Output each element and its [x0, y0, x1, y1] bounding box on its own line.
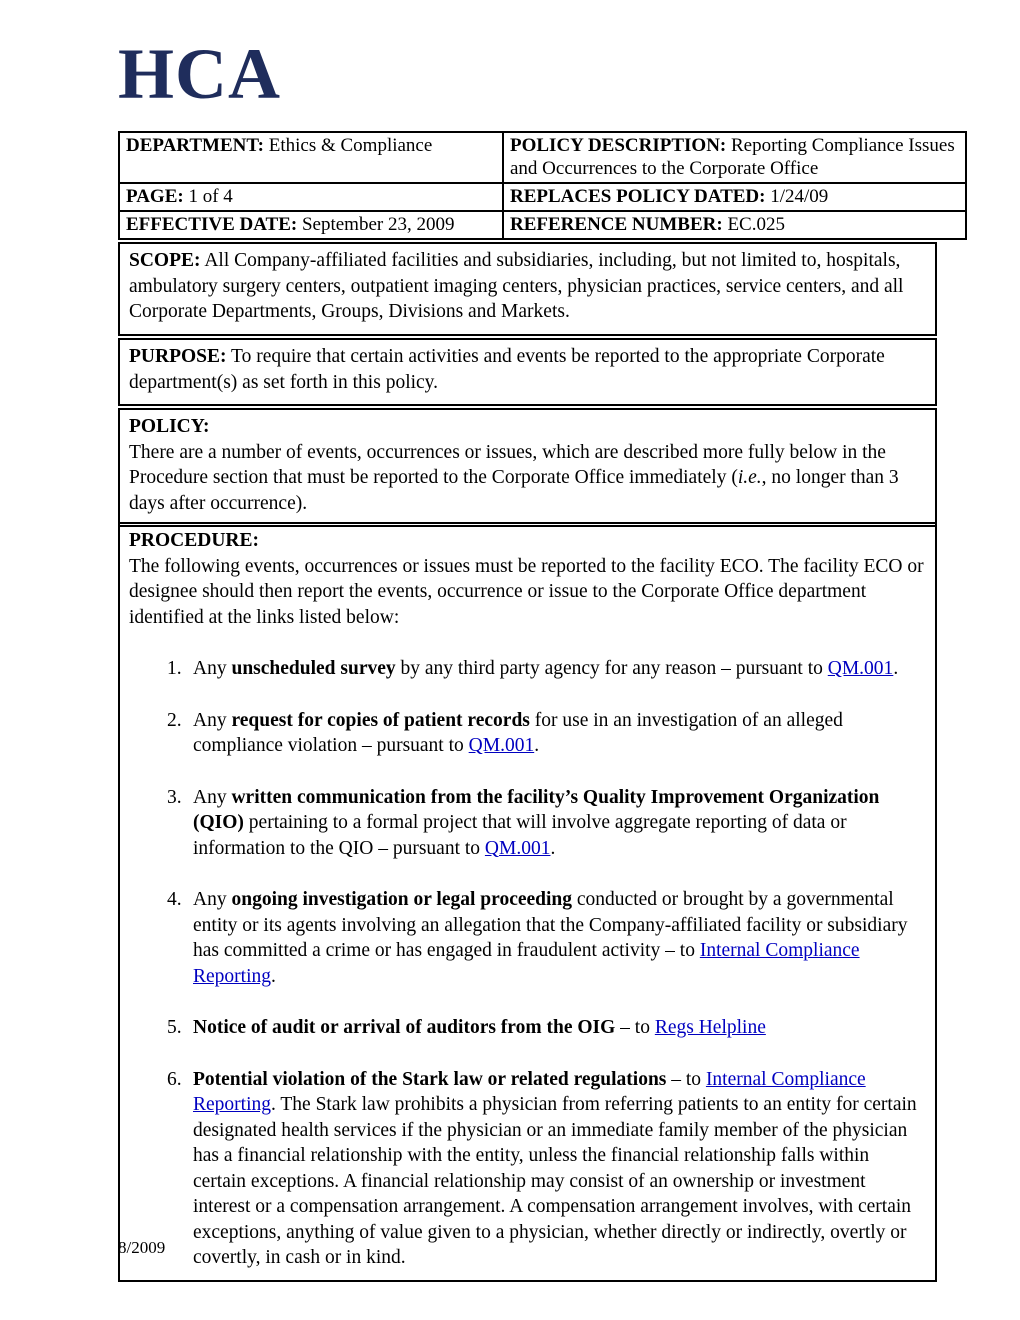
- item-bold-text: ongoing investigation or legal proceedin…: [231, 889, 573, 910]
- header-cell-effective-date: EFFECTIVE DATE: September 23, 2009: [118, 210, 504, 240]
- table-row: EFFECTIVE DATE: September 23, 2009 REFER…: [118, 210, 967, 240]
- item-mid-text: – to: [615, 1017, 655, 1038]
- replaces-policy-dated-value: 1/24/09: [765, 186, 829, 207]
- page-value: 1 of 4: [183, 186, 233, 207]
- purpose-section: PURPOSE: To require that certain activit…: [118, 338, 937, 406]
- header-cell-policy-description: POLICY DESCRIPTION: Reporting Compliance…: [502, 131, 967, 184]
- item-pre-text: Any: [193, 889, 232, 910]
- item-mid-text: – to: [666, 1068, 706, 1090]
- scope-paragraph: SCOPE: All Company-affiliated facilities…: [129, 248, 926, 325]
- purpose-body: To require that certain activities and e…: [129, 346, 885, 393]
- procedure-section: PROCEDURE: The following events, occurre…: [118, 522, 937, 1282]
- header-cell-department: DEPARTMENT: Ethics & Compliance: [118, 131, 504, 184]
- purpose-paragraph: PURPOSE: To require that certain activit…: [129, 344, 926, 395]
- procedure-heading: PROCEDURE:: [129, 530, 259, 551]
- document-page: HCA DEPARTMENT: Ethics & Compliance POLI…: [0, 0, 1020, 1320]
- item-bold-text: unscheduled survey: [231, 658, 396, 679]
- hca-logo: HCA: [118, 34, 281, 114]
- policy-body-italic: i.e.: [737, 467, 762, 488]
- replaces-policy-dated-label: REPLACES POLICY DATED:: [510, 186, 766, 207]
- table-row: PAGE: 1 of 4 REPLACES POLICY DATED: 1/24…: [118, 182, 967, 212]
- item-post-text: .: [893, 658, 899, 679]
- effective-date-label: EFFECTIVE DATE:: [126, 214, 298, 235]
- policy-header-table: DEPARTMENT: Ethics & Compliance POLICY D…: [118, 131, 967, 240]
- header-cell-page: PAGE: 1 of 4: [118, 182, 504, 212]
- item-pre-text: Any: [193, 709, 232, 731]
- list-item: Any written communication from the facil…: [129, 785, 926, 862]
- item-post-text: .: [550, 837, 556, 859]
- item-bold-text: request for copies of patient records: [231, 709, 530, 731]
- department-label: DEPARTMENT:: [126, 135, 264, 156]
- procedure-intro: The following events, occurrences or iss…: [129, 555, 924, 628]
- page-footer-date: 8/2009: [118, 1238, 166, 1257]
- list-item: Any unscheduled survey by any third part…: [129, 656, 926, 682]
- list-item: Any ongoing investigation or legal proce…: [129, 887, 926, 989]
- purpose-heading: PURPOSE:: [129, 346, 227, 367]
- list-item: Any request for copies of patient record…: [129, 708, 926, 759]
- item-mid-text: by any third party agency for any reason…: [395, 658, 828, 679]
- page-label: PAGE:: [126, 186, 184, 207]
- department-value: Ethics & Compliance: [263, 135, 433, 156]
- item-pre-text: Any: [193, 658, 232, 679]
- header-cell-replaces-policy-dated: REPLACES POLICY DATED: 1/24/09: [502, 182, 967, 212]
- table-row: DEPARTMENT: Ethics & Compliance POLICY D…: [118, 131, 967, 184]
- scope-section: SCOPE: All Company-affiliated facilities…: [118, 242, 937, 336]
- list-item: Notice of audit or arrival of auditors f…: [129, 1015, 926, 1041]
- item-bold-text: Potential violation of the Stark law or …: [193, 1068, 667, 1090]
- item-pre-text: Any: [193, 786, 232, 808]
- reference-number-value: EC.025: [722, 214, 785, 235]
- effective-date-value: September 23, 2009: [297, 214, 455, 235]
- list-item: Potential violation of the Stark law or …: [129, 1067, 926, 1271]
- item-post-text: .: [271, 965, 276, 987]
- item-post-text: . The Stark law prohibits a physician fr…: [193, 1094, 917, 1268]
- scope-heading: SCOPE:: [129, 250, 201, 271]
- reference-number-label: REFERENCE NUMBER:: [510, 214, 723, 235]
- procedure-list: Any unscheduled survey by any third part…: [129, 656, 926, 1271]
- policy-heading: POLICY:: [129, 416, 210, 437]
- policy-section: POLICY: There are a number of events, oc…: [118, 408, 937, 527]
- policy-description-label: POLICY DESCRIPTION:: [510, 135, 727, 156]
- item-post-text: .: [534, 735, 540, 756]
- policy-link-regs-helpline[interactable]: Regs Helpline: [655, 1017, 766, 1038]
- policy-link-qm001[interactable]: QM.001: [469, 735, 535, 756]
- policy-link-qm001[interactable]: QM.001: [485, 838, 551, 859]
- policy-paragraph: There are a number of events, occurrence…: [129, 440, 926, 517]
- policy-link-qm001[interactable]: QM.001: [828, 658, 894, 679]
- scope-body: All Company-affiliated facilities and su…: [129, 250, 904, 322]
- item-bold-text: Notice of audit or arrival of auditors f…: [193, 1017, 616, 1038]
- header-cell-reference-number: REFERENCE NUMBER: EC.025: [502, 210, 967, 240]
